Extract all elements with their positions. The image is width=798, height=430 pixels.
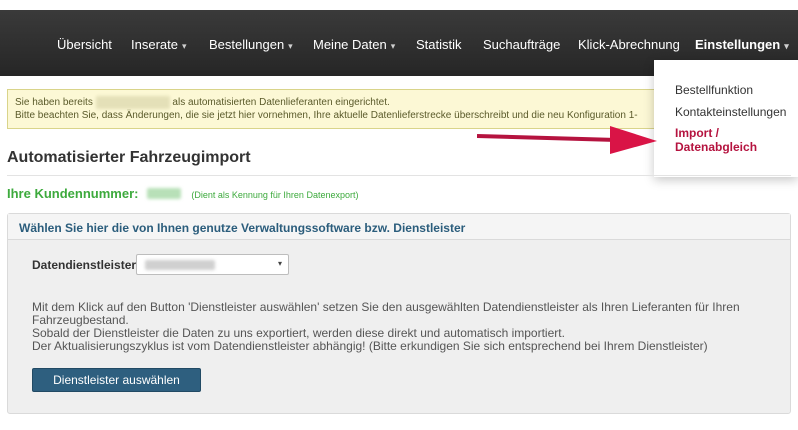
nav-item-suchauftraege[interactable]: Suchaufträge	[483, 37, 560, 52]
caret-down-icon: ▾	[784, 41, 789, 51]
nav-item-klick-abrechnung[interactable]: Klick-Abrechnung	[578, 37, 680, 52]
customer-number-label: Ihre Kundennummer:	[7, 186, 139, 201]
provider-select[interactable]: ▾	[136, 254, 289, 275]
nav-item-einstellungen[interactable]: Einstellungen ▾	[695, 37, 789, 52]
alert-line-1: Sie haben bereits xxxxxxxxxxxxxx als aut…	[15, 96, 390, 109]
menu-item-kontakteinstellungen[interactable]: Kontakteinstellungen	[675, 105, 786, 119]
nav-item-statistik[interactable]: Statistik	[416, 37, 462, 52]
nav-item-meine-daten[interactable]: Meine Daten ▾	[313, 37, 395, 52]
caret-down-icon: ▾	[288, 41, 293, 51]
menu-item-import-datenabgleich[interactable]: Import / Datenabgleich	[675, 126, 785, 154]
provider-selection-panel: Wählen Sie hier die von Ihnen genutze Ve…	[7, 213, 791, 414]
caret-down-icon: ▾	[181, 41, 187, 51]
select-provider-button[interactable]: Dienstleister auswählen	[32, 368, 201, 392]
provider-field-label: Datendienstleister	[32, 258, 137, 272]
nav-item-bestellungen[interactable]: Bestellungen ▾	[209, 37, 293, 52]
redacted-selected-provider	[145, 260, 215, 270]
redacted-customer-number	[146, 188, 181, 200]
menu-item-bestellfunktion[interactable]: Bestellfunktion	[675, 83, 753, 97]
panel-title: Wählen Sie hier die von Ihnen genutze Ve…	[19, 221, 466, 235]
nav-item-inserate[interactable]: Inserate ▾	[131, 37, 187, 52]
title-divider	[7, 175, 791, 176]
info-alert: Sie haben bereits xxxxxxxxxxxxxx als aut…	[7, 89, 667, 129]
description-line: Der Aktualisierungszyklus ist vom Datend…	[32, 339, 708, 353]
arrow-shaft	[477, 134, 618, 142]
top-strip	[0, 0, 798, 10]
page-title: Automatisierter Fahrzeugimport	[7, 149, 251, 166]
panel-header: Wählen Sie hier die von Ihnen genutze Ve…	[8, 214, 790, 240]
redacted-provider-name: xxxxxxxxxxxxxx	[95, 96, 170, 109]
arrow-head	[610, 126, 657, 154]
nav-item-uebersicht[interactable]: Übersicht	[57, 37, 112, 52]
caret-down-icon: ▾	[390, 41, 396, 51]
red-arrow-annotation	[477, 126, 657, 154]
customer-number-row: Ihre Kundennummer: (Dient als Kennung fü…	[7, 185, 358, 203]
settings-dropdown-menu: Bestellfunktion Kontakteinstellungen Imp…	[654, 60, 798, 177]
description-line: Mit dem Klick auf den Button 'Dienstleis…	[32, 300, 740, 314]
alert-line-2: Bitte beachten Sie, dass Änderungen, die…	[15, 110, 638, 121]
customer-number-hint: (Dient als Kennung für Ihren Datenexport…	[191, 190, 359, 200]
panel-description: Mit dem Klick auf den Button 'Dienstleis…	[32, 301, 752, 353]
select-caret-icon: ▾	[277, 259, 282, 268]
